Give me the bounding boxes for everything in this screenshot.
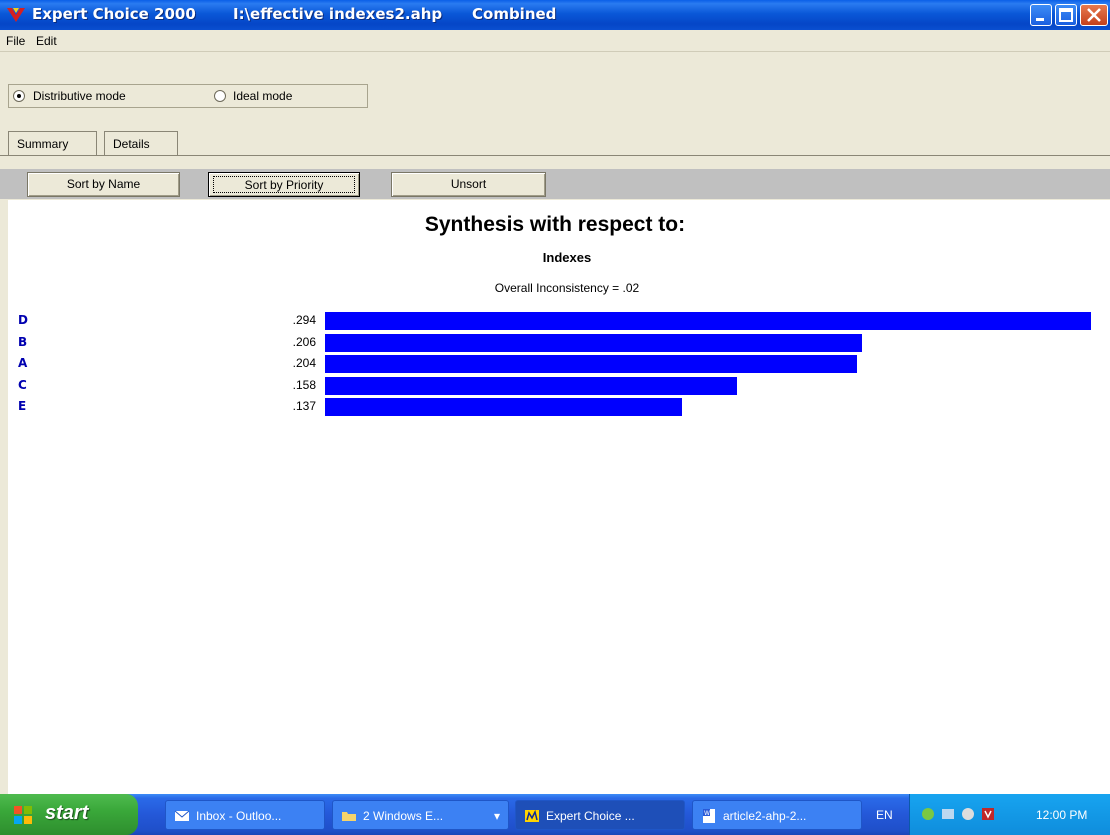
distributive-mode-label[interactable]: Distributive mode [33,89,126,103]
windows-logo-icon [14,806,32,824]
folder-icon [342,812,356,821]
title-bar: Expert Choice 2000 I:\effective indexes2… [0,0,1110,30]
taskbar: start Inbox - Outloo... 2 Windows E... ▾… [0,794,1110,835]
task-word-document[interactable]: W article2-ahp-2... [692,800,862,830]
priority-bar-c [325,377,737,395]
language-indicator[interactable]: EN [876,808,893,822]
task-windows-explorer[interactable]: 2 Windows E... ▾ [332,800,509,830]
app-title: Expert Choice 2000 [32,5,196,23]
priority-bar-a [325,355,857,373]
priority-value-c: .158 [292,378,316,392]
alternative-label-b: B [18,335,28,349]
menu-file[interactable]: File [6,34,25,48]
sort-by-name-button[interactable]: Sort by Name [27,172,180,197]
mode-group: Distributive mode Ideal mode [8,84,368,108]
priority-bar-e [325,398,682,416]
maximize-icon [1059,8,1073,22]
maximize-button[interactable] [1055,4,1077,26]
menu-edit[interactable]: Edit [36,34,57,48]
close-button[interactable] [1080,4,1108,26]
connection-icon[interactable] [940,806,956,822]
alternative-label-e: E [18,399,27,413]
expert-choice-task-icon [525,809,539,822]
minimize-icon [1036,18,1044,21]
overall-inconsistency: Overall Inconsistency = .02 [494,281,640,295]
clock: 12:00 PM [1036,808,1088,822]
task-label: 2 Windows E... [363,809,444,823]
outlook-icon [174,810,190,821]
close-icon [1087,8,1101,22]
priority-value-d: .294 [292,313,316,327]
priority-value-e: .137 [292,399,316,413]
alternative-label-c: C [18,378,27,392]
task-label: article2-ahp-2... [723,809,807,823]
distributive-mode-radio[interactable] [13,90,25,102]
task-label: Inbox - Outloo... [196,809,282,823]
expert-choice-icon [7,8,25,22]
tab-summary[interactable]: Summary [8,131,97,155]
menu-bar: File Edit [0,30,1110,52]
task-inbox[interactable]: Inbox - Outloo... [165,800,325,830]
antivirus-icon[interactable] [980,806,996,822]
sort-toolbar: Sort by Name Sort by Priority Unsort [0,169,1110,199]
alternative-label-a: A [18,356,28,370]
system-tray: 12:00 PM [909,794,1110,835]
priority-value-a: .204 [292,356,316,370]
ideal-mode-label[interactable]: Ideal mode [233,89,292,103]
minimize-button[interactable] [1030,4,1052,26]
tab-details[interactable]: Details [104,131,178,155]
file-path: I:\effective indexes2.ahp [233,5,443,23]
synthesis-title: Synthesis with respect to: [424,213,686,236]
priority-bar-d [325,312,1091,330]
unsort-button[interactable]: Unsort [391,172,546,197]
task-expert-choice[interactable]: Expert Choice ... [515,800,685,830]
priority-bar-b [325,334,862,352]
start-button[interactable]: start [0,794,138,835]
network-icon[interactable] [920,806,936,822]
task-label: Expert Choice ... [546,809,635,823]
synthesis-goal: Indexes [542,250,592,265]
sort-by-priority-label: Sort by Priority [213,176,355,193]
volume-icon[interactable] [960,806,976,822]
ideal-mode-radio[interactable] [214,90,226,102]
view-name: Combined [472,5,557,23]
word-document-icon: W [703,809,715,823]
group-dropdown-icon: ▾ [493,809,500,823]
tab-divider [0,155,1110,156]
priority-value-b: .206 [292,335,316,349]
alternative-label-d: D [18,313,28,327]
sort-by-priority-button[interactable]: Sort by Priority [208,172,360,197]
svg-text:W: W [704,810,710,817]
start-label: start [45,802,89,824]
